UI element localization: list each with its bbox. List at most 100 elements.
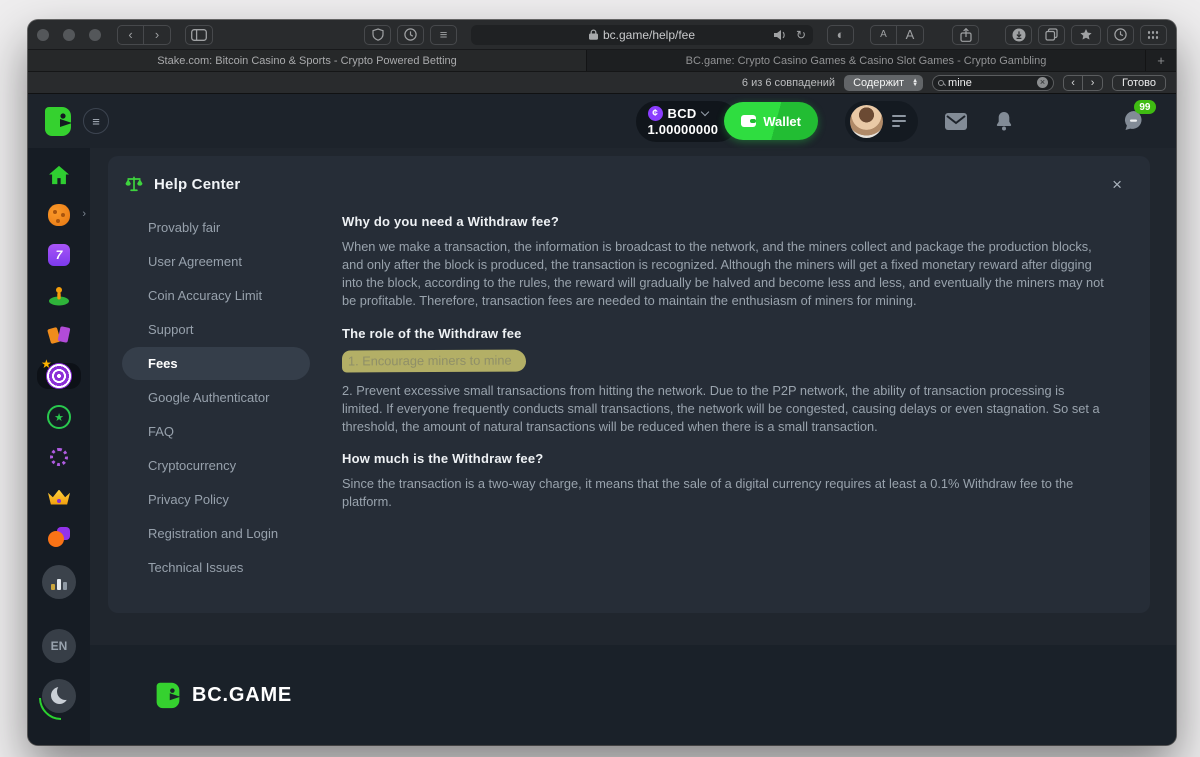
find-done-button[interactable]: Готово — [1112, 75, 1166, 91]
crown-icon — [48, 490, 70, 505]
tab-audio-icon[interactable] — [774, 30, 787, 40]
find-mode-value: Содержит — [853, 77, 904, 89]
currency-select[interactable]: ¢ BCD 1.00000000 — [636, 101, 739, 142]
wallet-icon — [741, 115, 756, 127]
bcgame-page: ≡ ¢ BCD 1.00000000 Wallet — [28, 94, 1176, 745]
lottery-icon — [46, 324, 72, 346]
extension-circle-button[interactable] — [397, 25, 424, 45]
sidebar-item-lottery[interactable] — [46, 323, 72, 347]
sidebar-item-quests-active[interactable]: ★ — [37, 363, 81, 389]
tab-bcgame[interactable]: BC.game: Crypto Casino Games & Casino Sl… — [587, 50, 1146, 71]
notifications-button[interactable] — [994, 111, 1014, 132]
help-scales-icon — [124, 174, 144, 194]
tab-bar: Stake.com: Bitcoin Casino & Sports - Cry… — [28, 50, 1176, 72]
find-bar: 6 из 6 совпадений Содержит ▲▼ × ‹ › Гото… — [28, 72, 1176, 94]
footer-logo-icon — [154, 681, 182, 709]
share-button[interactable] — [952, 25, 979, 45]
share-icon — [960, 28, 972, 42]
sidebar-item-sports[interactable] — [47, 283, 71, 307]
theme-toggle-button[interactable] — [42, 679, 76, 713]
currency-amount: 1.00000000 — [648, 122, 719, 137]
help-center-modal: Help Center × Provably fair User Agreeme… — [108, 156, 1150, 613]
sidebar-toggle-button[interactable] — [185, 25, 213, 45]
bc-logo[interactable] — [42, 105, 74, 137]
tab-stake[interactable]: Stake.com: Bitcoin Casino & Sports - Cry… — [28, 50, 587, 71]
find-search-field[interactable]: × — [932, 75, 1054, 91]
podium-icon — [42, 565, 76, 599]
history-button[interactable] — [1107, 25, 1134, 45]
help-nav-coin-accuracy-limit[interactable]: Coin Accuracy Limit — [122, 279, 310, 312]
tab-copy-button[interactable] — [1038, 25, 1065, 45]
sidebar-item-affiliate[interactable] — [47, 525, 71, 549]
section-heading-role: The role of the Withdraw fee — [342, 326, 1108, 341]
traffic-light-minimize[interactable] — [63, 29, 75, 41]
help-nav-cryptocurrency[interactable]: Cryptocurrency — [122, 449, 310, 482]
sidebar-item-vip[interactable] — [48, 485, 70, 509]
paragraph-role: 2. Prevent excessive small transactions … — [342, 382, 1108, 436]
help-content: Why do you need a Withdraw fee? When we … — [314, 210, 1126, 593]
traffic-light-close[interactable] — [37, 29, 49, 41]
bonus-star-icon: ★ — [47, 405, 71, 429]
help-nav-faq[interactable]: FAQ — [122, 415, 310, 448]
help-nav-provably-fair[interactable]: Provably fair — [122, 211, 310, 244]
user-menu[interactable] — [845, 101, 918, 142]
sidebar-icon — [191, 29, 207, 41]
clear-search-icon[interactable]: × — [1037, 77, 1048, 88]
next-match-button[interactable]: › — [1083, 75, 1103, 91]
extension-shield-button[interactable] — [364, 25, 391, 45]
reader-button[interactable]: ≡ — [430, 25, 457, 45]
new-tab-button[interactable]: + — [1146, 50, 1176, 71]
help-nav-google-authenticator[interactable]: Google Authenticator — [122, 381, 310, 414]
shield-icon — [372, 28, 384, 41]
footer-brand: BC.GAME — [192, 684, 292, 707]
sidebar-item-casino[interactable]: › — [48, 203, 70, 227]
language-button[interactable]: EN — [42, 629, 76, 663]
avatar[interactable] — [850, 105, 883, 138]
find-search-input[interactable] — [948, 77, 1033, 89]
grid-icon — [1147, 30, 1160, 40]
section-heading-how-much: How much is the Withdraw fee? — [342, 451, 1108, 466]
sports-icon — [47, 284, 71, 306]
bell-icon — [994, 111, 1014, 132]
sidebar-item-bonus[interactable]: ★ — [47, 405, 71, 429]
sidebar-item-home[interactable] — [48, 163, 70, 187]
chat-button[interactable]: 99 — [1121, 109, 1146, 133]
tab-overview-button[interactable] — [1140, 25, 1167, 45]
url-bar[interactable]: bc.game/help/fee ↻ — [471, 25, 813, 45]
highlighted-text: 1. Encourage miners to mine — [342, 349, 526, 372]
back-button[interactable]: ‹ — [117, 25, 144, 45]
home-icon — [48, 165, 70, 185]
previous-match-button[interactable]: ‹ — [1063, 75, 1083, 91]
star-icon — [1079, 28, 1093, 41]
help-nav-privacy-policy[interactable]: Privacy Policy — [122, 483, 310, 516]
side-menu-toggle-button[interactable]: ≡ — [83, 108, 109, 134]
help-nav-support[interactable]: Support — [122, 313, 310, 346]
help-nav-technical-issues[interactable]: Technical Issues — [122, 551, 310, 584]
chevron-down-icon — [700, 107, 708, 115]
find-mode-select[interactable]: Содержит ▲▼ — [844, 75, 923, 91]
help-nav-fees[interactable]: Fees — [122, 347, 310, 380]
traffic-light-zoom[interactable] — [89, 29, 101, 41]
mail-button[interactable] — [945, 113, 967, 130]
forward-button[interactable]: › — [144, 25, 171, 45]
wallet-button[interactable]: Wallet — [724, 102, 818, 140]
clock-icon — [1114, 28, 1127, 41]
expand-chevron-icon[interactable]: › — [82, 208, 86, 220]
sidebar-item-community[interactable] — [50, 445, 68, 469]
text-smaller-button[interactable]: A — [870, 25, 897, 45]
reload-icon[interactable]: ↻ — [796, 28, 806, 42]
reader-contrast-button[interactable]: ◐ — [827, 25, 854, 45]
url-text: bc.game/help/fee — [603, 28, 695, 42]
dots-ring-icon — [50, 448, 68, 466]
bookmarks-button[interactable] — [1071, 25, 1101, 45]
search-icon — [938, 80, 944, 86]
close-icon[interactable]: × — [1112, 176, 1122, 193]
slots-icon: 7 — [48, 244, 70, 266]
downloads-button[interactable] — [1005, 25, 1032, 45]
sidebar-item-slots[interactable]: 7 — [48, 243, 70, 267]
sidebar-item-leaderboard[interactable] — [42, 565, 76, 599]
lock-icon — [589, 29, 598, 40]
text-larger-button[interactable]: A — [897, 25, 924, 45]
help-nav-user-agreement[interactable]: User Agreement — [122, 245, 310, 278]
help-nav-registration-and-login[interactable]: Registration and Login — [122, 517, 310, 550]
